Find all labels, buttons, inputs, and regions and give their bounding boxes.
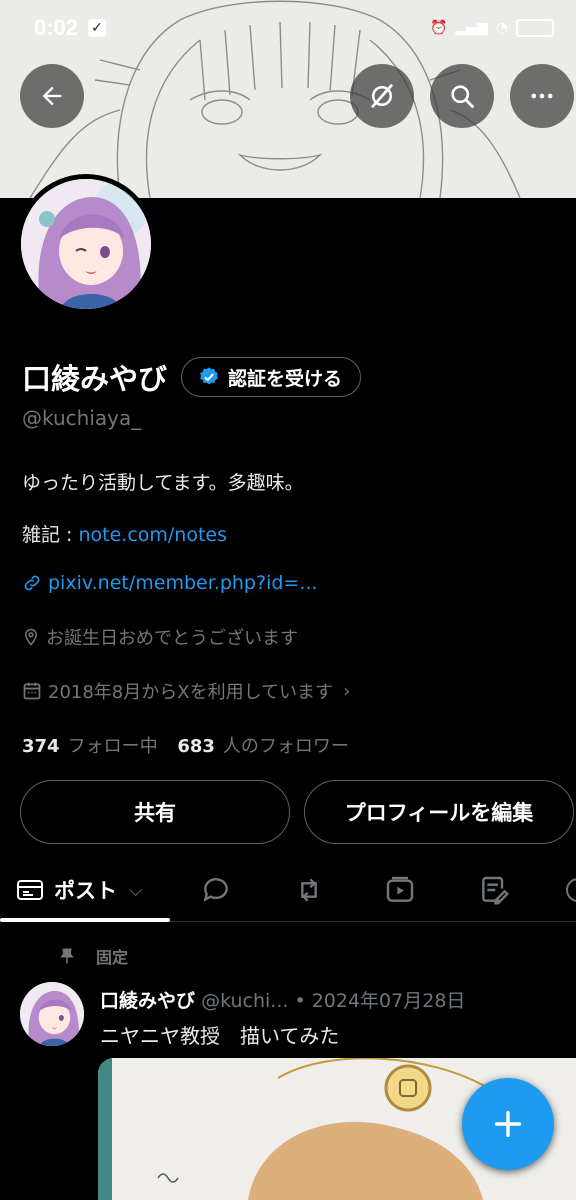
followers-label[interactable]: 人のフォロワー: [223, 736, 349, 757]
tab-media[interactable]: [384, 858, 416, 922]
profile-joined-row[interactable]: 2018年8月からXを利用しています ›: [22, 678, 350, 704]
grok-button[interactable]: [350, 64, 414, 128]
pinned-label: 固定: [96, 948, 129, 967]
post-author-name[interactable]: 口綾みやび: [100, 990, 195, 1012]
tab-posts[interactable]: ポスト ⌵: [16, 858, 143, 922]
plus-icon: [494, 1110, 522, 1138]
signal-icon: ▂▄▆: [455, 20, 488, 36]
follow-stats: 374 フォロー中 683 人のフォロワー: [22, 732, 349, 758]
profile-website-row[interactable]: pixiv.net/member.php?id=...: [22, 572, 317, 594]
website-link[interactable]: pixiv.net/member.php?id=...: [48, 572, 317, 594]
following-count[interactable]: 374: [22, 736, 60, 757]
profile-handle: @kuchiaya_: [22, 406, 142, 430]
media-icon: [386, 876, 414, 902]
calendar-icon: [23, 682, 41, 700]
avatar-image: [21, 179, 151, 309]
profile-bio: ゆったり活動してます。多趣味。: [22, 472, 304, 494]
chevron-down-icon: ⌵: [129, 879, 143, 901]
tab-posts-label: ポスト: [54, 879, 117, 903]
post-text: ニヤニヤ教授 描いてみた: [100, 1024, 340, 1048]
followers-count[interactable]: 683: [177, 736, 215, 757]
articles-icon: [482, 876, 510, 905]
tab-reposts[interactable]: [292, 858, 326, 922]
profile-location-row: お誕生日おめでとうございます: [22, 624, 298, 650]
status-time: 0:02: [34, 15, 79, 40]
get-verified-label: 認証を受ける: [228, 367, 343, 390]
back-button[interactable]: [20, 64, 84, 128]
edit-profile-button[interactable]: プロフィールを編集: [304, 780, 574, 844]
pinned-label-row: 固定: [58, 944, 128, 968]
tab-replies[interactable]: [200, 858, 232, 922]
location-text: お誕生日おめでとうございます: [46, 628, 298, 649]
alarm-icon: ⏰: [430, 20, 448, 36]
tab-articles[interactable]: [478, 858, 510, 922]
status-bar: 0:02 ✓ ⏰ ▂▄▆ ◔: [0, 0, 576, 56]
partial-tab-icon: [566, 878, 576, 902]
note-prefix: 雑記 :: [22, 524, 79, 546]
post-header: 口綾みやび @kuchi... • 2024年07月28日: [100, 986, 465, 1013]
get-verified-button[interactable]: 認証を受ける: [181, 357, 362, 397]
verified-badge-icon: [200, 367, 218, 385]
profile-name-row: 口綾みやび 認証を受ける: [22, 356, 362, 398]
following-label[interactable]: フォロー中: [68, 736, 158, 757]
active-tab-indicator: [0, 918, 170, 922]
search-icon: [451, 85, 474, 108]
pin-icon: [60, 948, 74, 964]
more-button[interactable]: [510, 64, 574, 128]
battery-icon: [516, 19, 554, 37]
status-icons: ⏰ ▂▄▆ ◔: [430, 19, 554, 37]
repost-icon: [301, 878, 317, 902]
posts-icon: [17, 880, 43, 900]
replies-icon: [203, 878, 228, 902]
compose-post-button[interactable]: [462, 1078, 554, 1170]
joined-text: 2018年8月からXを利用しています: [48, 682, 334, 703]
arrow-left-icon: [42, 86, 62, 106]
link-icon: [24, 575, 40, 591]
post-author-avatar[interactable]: [20, 982, 84, 1046]
location-pin-icon: [24, 628, 38, 646]
share-button[interactable]: 共有: [20, 780, 290, 844]
note-link[interactable]: note.com/notes: [78, 524, 227, 546]
post-handle-date: @kuchi... • 2024年07月28日: [201, 990, 466, 1012]
profile-note-line: 雑記 : note.com/notes: [22, 520, 227, 547]
grok-icon: [370, 83, 394, 109]
profile-name: 口綾みやび: [22, 362, 168, 396]
profile-avatar[interactable]: [16, 174, 156, 314]
tab-more[interactable]: [566, 858, 576, 922]
notification-check-icon: ✓: [88, 19, 107, 37]
chevron-right-icon: ›: [343, 680, 351, 702]
search-button[interactable]: [430, 64, 494, 128]
more-dots-icon: [531, 93, 553, 99]
wifi-icon: ◔: [495, 20, 508, 36]
post-avatar-image: [20, 982, 84, 1046]
profile-tabs: ポスト ⌵: [0, 858, 576, 922]
